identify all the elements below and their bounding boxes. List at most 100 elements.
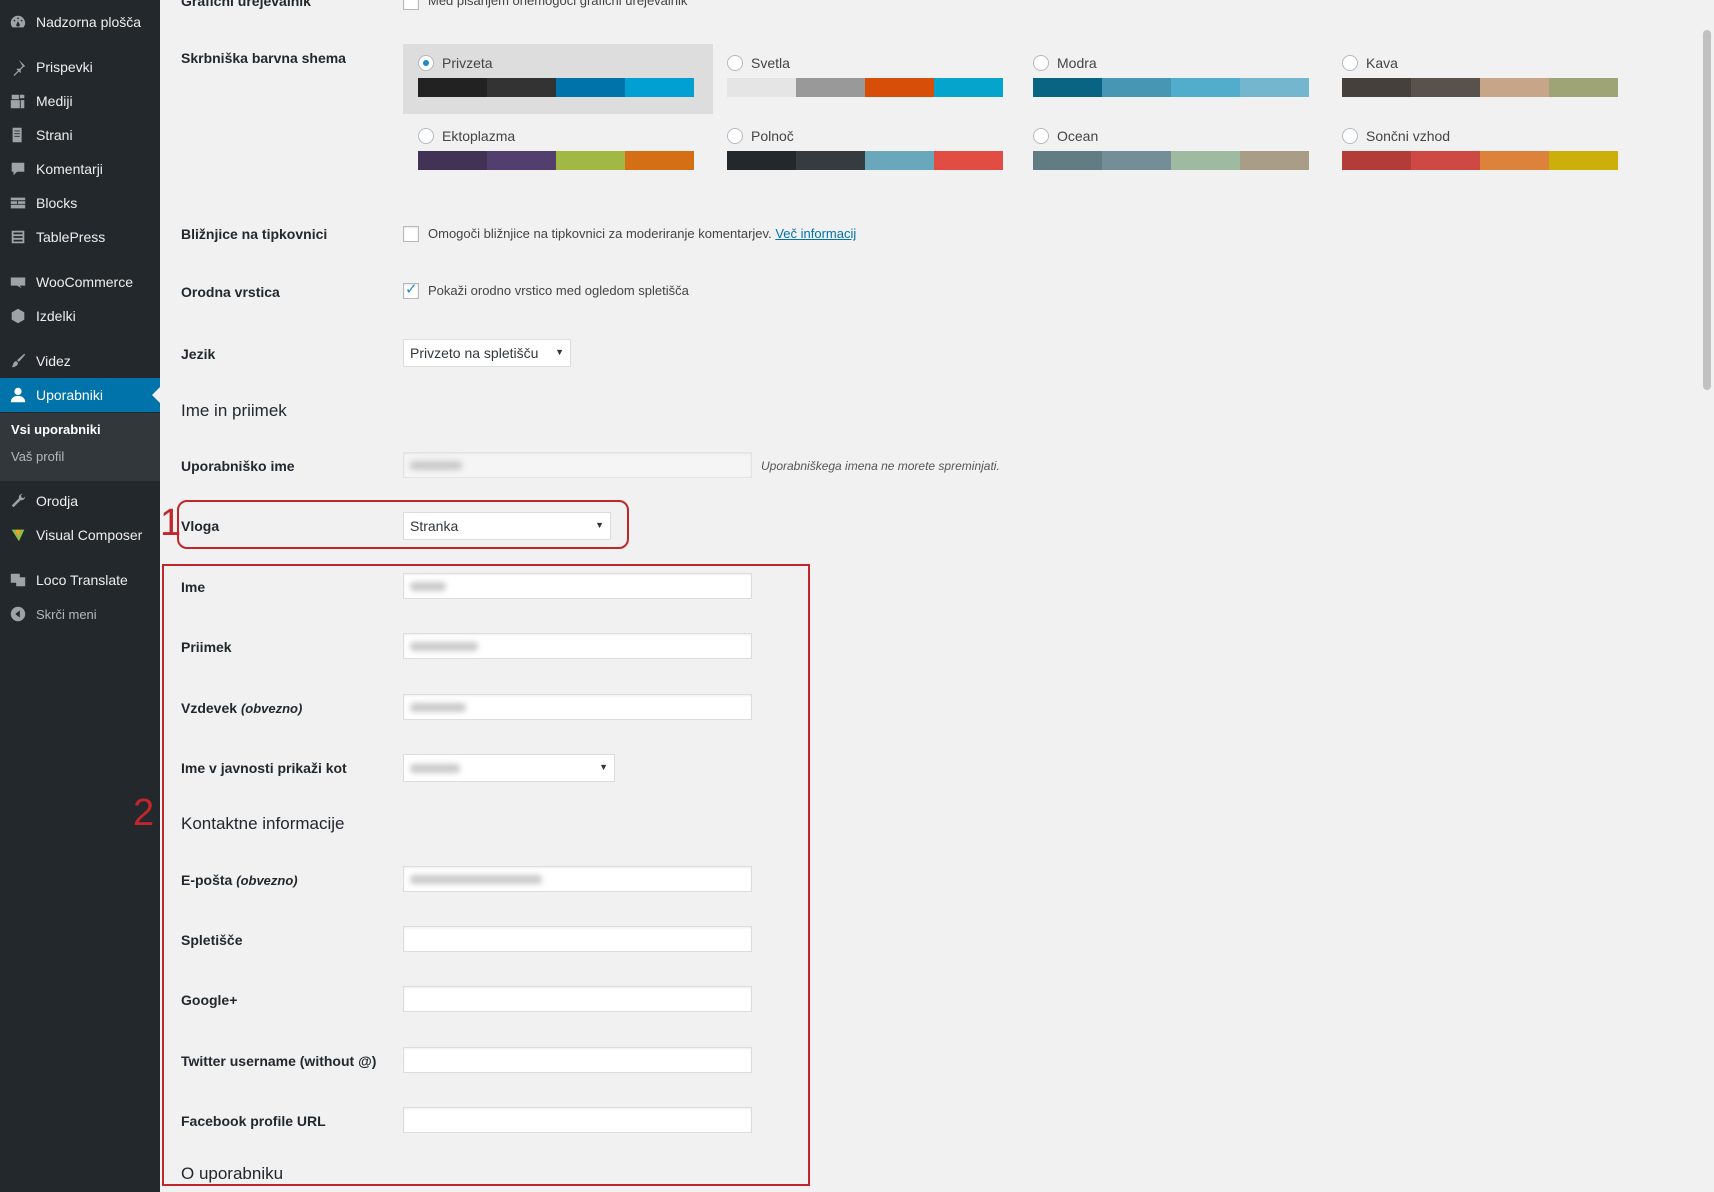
menu-label: TablePress (36, 229, 106, 245)
toolbar-checkbox[interactable]: ✓ (403, 281, 419, 299)
color-swatch (1240, 151, 1309, 170)
color-scheme-option[interactable]: Sončni vzhod (1327, 117, 1637, 187)
more-info-link[interactable]: Več informacij (775, 226, 856, 241)
color-scheme-name: Ocean (1057, 128, 1099, 144)
menu-products[interactable]: Izdelki (0, 299, 160, 333)
color-swatch (1549, 151, 1618, 170)
language-select[interactable]: Privzeto na spletišču ▼ (403, 339, 571, 367)
color-swatch (487, 78, 556, 97)
menu-users[interactable]: Uporabniki (0, 378, 160, 412)
color-swatch (865, 151, 934, 170)
username-input[interactable] (403, 452, 752, 478)
blurred-value (410, 461, 462, 470)
color-swatch (1033, 78, 1102, 97)
annotation-number-1: 1 (160, 502, 182, 544)
color-swatches (418, 78, 694, 97)
menu-label: Skrči meni (36, 606, 97, 622)
shortcuts-text: Omogoči bližnjice na tipkovnici za moder… (428, 226, 856, 241)
color-scheme-option[interactable]: Svetla (712, 44, 1022, 114)
color-swatch (1342, 151, 1411, 170)
color-swatch (625, 78, 694, 97)
menu-visual-composer[interactable]: Visual Composer (0, 518, 160, 552)
color-swatch (487, 151, 556, 170)
radio-button[interactable] (727, 55, 743, 71)
color-swatch (934, 151, 1003, 170)
color-swatch (1033, 151, 1102, 170)
username-hint: Uporabniškega imena ne morete spreminjat… (761, 459, 1000, 473)
menu-label: Blocks (36, 195, 78, 211)
submenu-your-profile[interactable]: Vaš profil (11, 449, 64, 464)
menu-tools[interactable]: Orodja (0, 484, 160, 518)
color-swatches (1342, 151, 1618, 170)
product-box-icon (0, 307, 36, 325)
language-value: Privzeto na spletišču (410, 345, 539, 361)
color-swatches (1342, 78, 1618, 97)
menu-woocommerce[interactable]: WooCommerce (0, 265, 160, 299)
radio-button[interactable] (418, 128, 434, 144)
color-swatch (556, 151, 625, 170)
color-swatch (1480, 151, 1549, 170)
submenu-all-users[interactable]: Vsi uporabniki (11, 422, 101, 437)
toolbar-text: Pokaži orodno vrstico med ogledom spleti… (428, 283, 689, 298)
menu-label: Videz (36, 353, 71, 369)
color-scheme-option[interactable]: Polnoč (712, 117, 1022, 187)
menu-label: Orodja (36, 493, 79, 509)
menu-collapse[interactable]: Skrči meni (0, 597, 160, 631)
color-swatch (865, 78, 934, 97)
menu-posts[interactable]: Prispevki (0, 50, 160, 84)
menu-pages[interactable]: Strani (0, 118, 160, 152)
color-swatch (1342, 78, 1411, 97)
color-swatch (1240, 78, 1309, 97)
menu-media[interactable]: Mediji (0, 84, 160, 118)
color-scheme-label: Skrbniška barvna shema (181, 50, 346, 66)
color-scheme-option[interactable]: Ocean (1018, 117, 1328, 187)
blocks-icon (0, 194, 36, 212)
menu-label: Visual Composer (36, 527, 143, 543)
color-scheme-option[interactable]: Kava (1327, 44, 1637, 114)
visual-composer-icon (0, 526, 36, 544)
menu-label: Prispevki (36, 59, 93, 75)
menu-label: Komentarji (36, 161, 103, 177)
color-swatch (1549, 78, 1618, 97)
checkmark-icon: ✓ (405, 281, 418, 298)
color-scheme-name: Svetla (751, 55, 790, 71)
color-scheme-option[interactable]: Ektoplazma (403, 117, 713, 187)
radio-button[interactable] (727, 128, 743, 144)
menu-label: Loco Translate (36, 572, 128, 588)
color-swatch (796, 78, 865, 97)
radio-button[interactable] (418, 55, 434, 71)
comment-icon (0, 160, 36, 178)
annotation-box-2 (162, 564, 810, 1186)
color-swatch (1411, 78, 1480, 97)
language-label: Jezik (181, 346, 216, 362)
menu-label: Strani (36, 127, 73, 143)
rich-editing-checkbox[interactable] (403, 0, 419, 10)
radio-button[interactable] (1342, 128, 1358, 144)
color-swatch (418, 78, 487, 97)
color-swatch (934, 78, 1003, 97)
color-scheme-option[interactable]: Privzeta (403, 44, 713, 114)
radio-button[interactable] (1033, 55, 1049, 71)
color-scheme-name: Ektoplazma (442, 128, 516, 144)
username-label: Uporabniško ime (181, 458, 295, 474)
radio-button[interactable] (1342, 55, 1358, 71)
dashboard-icon (0, 13, 36, 31)
menu-comments[interactable]: Komentarji (0, 152, 160, 186)
shortcuts-checkbox[interactable] (403, 226, 419, 242)
pin-icon (0, 58, 36, 76)
color-scheme-option[interactable]: Modra (1018, 44, 1328, 114)
page-scrollbar[interactable] (1700, 0, 1714, 1192)
page-icon (0, 126, 36, 144)
menu-dashboard[interactable]: Nadzorna plošča (0, 5, 160, 39)
woo-icon (0, 273, 36, 291)
menu-tablepress[interactable]: TablePress (0, 220, 160, 254)
media-icon (0, 92, 36, 110)
menu-appearance[interactable]: Videz (0, 344, 160, 378)
color-swatches (1033, 151, 1309, 170)
toolbar-label: Orodna vrstica (181, 284, 280, 300)
scrollbar-thumb[interactable] (1703, 30, 1711, 390)
radio-button[interactable] (1033, 128, 1049, 144)
admin-sidebar: Nadzorna plošča Prispevki Mediji Strani … (0, 0, 160, 1192)
menu-loco-translate[interactable]: Loco Translate (0, 563, 160, 597)
menu-blocks[interactable]: Blocks (0, 186, 160, 220)
